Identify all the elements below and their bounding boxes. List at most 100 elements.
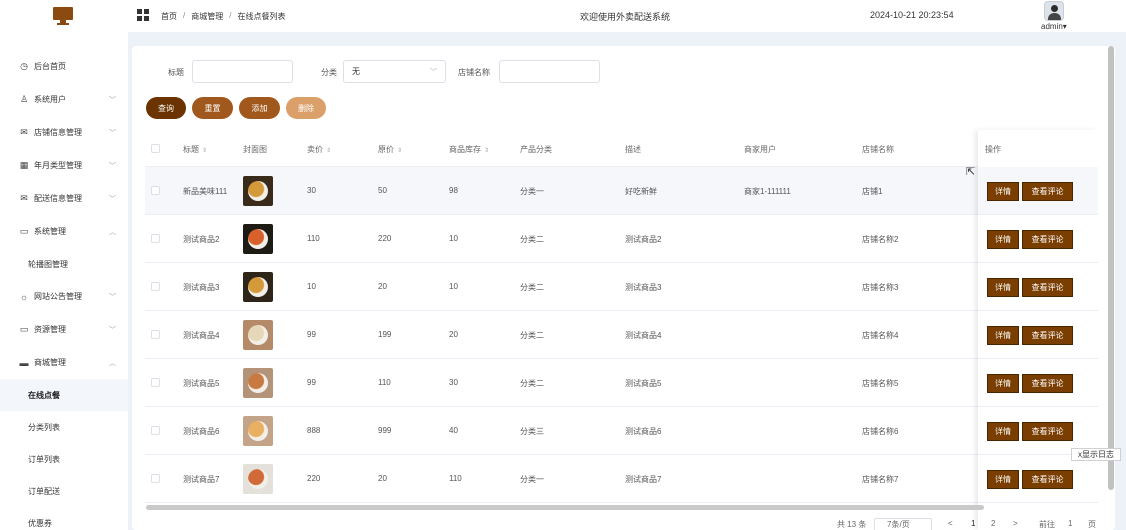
cell-category: 分类二 [520,283,544,292]
cell-original-price: 220 [378,234,392,243]
category-select[interactable]: 无 ﹀ [343,60,446,83]
reset-button[interactable]: 重置 [192,97,233,119]
table-row[interactable]: 测试商品6 888 999 40 分类三 测试商品6 店铺名称6 [145,407,1097,455]
sidebar-subitem[interactable]: 优惠券 [0,507,128,530]
sidebar-item[interactable]: ▭ 系统管理 ︿ [0,215,128,248]
sidebar-subitem[interactable]: 轮播图管理 [0,248,128,280]
sidebar-subitem[interactable]: 分类列表 [0,411,128,443]
horizontal-scrollbar[interactable] [146,505,984,510]
sort-icon: ⇕ [326,148,332,154]
table-row[interactable]: 新品美味111 30 50 98 分类一 好吃新鲜 商家1-111111 店铺1 [145,167,1097,215]
cell-title: 测试商品6 [183,427,220,436]
header-sale-price[interactable]: 卖价 ⇕ [307,144,331,155]
sidebar-item-label: 系统管理 [34,227,66,236]
cell-stock: 10 [449,282,458,291]
table-row[interactable]: 测试商品7 220 20 110 分类一 测试商品7 店铺名称7 [145,455,1097,503]
header-original-price[interactable]: 原价 ⇕ [378,144,402,155]
cell-store-name: 店铺名称4 [862,331,899,340]
row-checkbox[interactable] [151,282,160,291]
cell-original-price: 110 [378,378,391,387]
row-checkbox[interactable] [151,474,160,483]
view-reviews-button[interactable]: 查看评论 [1022,182,1073,201]
query-button[interactable]: 查询 [146,97,186,119]
cell-sale-price: 888 [307,426,321,435]
view-reviews-button[interactable]: 查看评论 [1022,326,1073,345]
view-reviews-button[interactable]: 查看评论 [1022,470,1073,489]
view-reviews-button[interactable]: 查看评论 [1022,374,1073,393]
header-title[interactable]: 标题 ⇕ [183,144,207,155]
breadcrumb-mall[interactable]: 商城管理 [191,11,223,22]
detail-button[interactable]: 详情 [987,422,1019,441]
table-header: 标题 ⇕ 封面图 卖价 ⇕ 原价 ⇕ 商品库存 ⇕ 产品分类 描述 商家用户 店铺名称 [145,130,1097,167]
detail-button[interactable]: 详情 [987,230,1019,249]
product-cover-image[interactable] [243,272,273,302]
sidebar-item[interactable]: ◷ 后台首页 [0,50,128,83]
sidebar-subitem[interactable]: 订单列表 [0,443,128,475]
header-description: 描述 [625,145,641,154]
view-reviews-button[interactable]: 查看评论 [1022,278,1073,297]
title-input[interactable] [192,60,293,83]
header-stock[interactable]: 商品库存 ⇕ [449,144,489,155]
row-checkbox[interactable] [151,426,160,435]
product-cover-image[interactable] [243,224,273,254]
table-row[interactable]: 测试商品5 99 110 30 分类二 测试商品5 店铺名称5 [145,359,1097,407]
product-cover-image[interactable] [243,416,273,446]
sidebar-item[interactable]: ▬ 商城管理 ︿ [0,346,128,379]
pagination-total: 共 13 条 [837,520,867,529]
header-operations: 操作 [985,145,1001,154]
view-reviews-button[interactable]: 查看评论 [1022,422,1073,441]
store-name-input[interactable] [499,60,600,83]
detail-button[interactable]: 详情 [987,470,1019,489]
breadcrumb-separator: / [183,11,186,20]
vertical-scrollbar[interactable] [1108,46,1114,490]
product-cover-image[interactable] [243,464,273,494]
cell-title: 测试商品7 [183,475,220,484]
breadcrumb-home[interactable]: 首页 [161,11,177,22]
detail-button[interactable]: 详情 [987,326,1019,345]
product-cover-image[interactable] [243,176,273,206]
product-cover-image[interactable] [243,368,273,398]
row-checkbox[interactable] [151,378,160,387]
username-dropdown[interactable]: admin▾ [1041,22,1067,31]
detail-button[interactable]: 详情 [987,278,1019,297]
cell-store-name: 店铺名称6 [862,427,899,436]
table-row[interactable]: 测试商品4 99 199 20 分类二 测试商品4 店铺名称4 [145,311,1097,359]
prev-page-button[interactable]: < [948,519,953,528]
product-cover-image[interactable] [243,320,273,350]
page-1-button[interactable]: 1 [971,519,975,528]
detail-button[interactable]: 详情 [987,182,1019,201]
folder-icon: ▭ [19,226,29,236]
sidebar-item[interactable]: ✉ 配送信息管理 ﹀ [0,182,128,215]
page-size-select[interactable]: 7条/页 [874,518,932,530]
chevron-down-icon: ﹀ [109,163,116,170]
chevron-down-icon: ﹀ [430,69,437,76]
grid-menu-icon[interactable] [137,9,149,21]
sidebar-item[interactable]: ▦ 年月类型管理 ﹀ [0,149,128,182]
row-checkbox[interactable] [151,330,160,339]
cell-stock: 110 [449,474,462,483]
avatar[interactable] [1044,1,1064,21]
sidebar: ◷ 后台首页 ♙ 系统用户 ﹀ ✉ 店铺信息管理 ﹀ ▦ 年月类型管理 ﹀ ✉ 配送信息管理 ﹀ ▭ 系统管理… [0,0,128,530]
show-log-button[interactable]: x显示日志 [1071,448,1121,461]
goto-page-input[interactable]: 1 [1068,519,1072,528]
sidebar-subitem[interactable]: 订单配送 [0,475,128,507]
row-checkbox[interactable] [151,186,160,195]
table-row[interactable]: 测试商品3 10 20 10 分类二 测试商品3 店铺名称3 [145,263,1097,311]
cell-category: 分类二 [520,331,544,340]
select-all-checkbox[interactable] [151,144,160,153]
detail-button[interactable]: 详情 [987,374,1019,393]
sidebar-item[interactable]: ✉ 店铺信息管理 ﹀ [0,116,128,149]
add-button[interactable]: 添加 [239,97,280,119]
next-page-button[interactable]: > [1013,519,1018,528]
delete-button[interactable]: 删除 [286,97,326,119]
table-row[interactable]: 测试商品2 110 220 10 分类二 测试商品2 店铺名称2 [145,215,1097,263]
sidebar-subitem[interactable]: 在线点餐 [0,379,128,411]
view-reviews-button[interactable]: 查看评论 [1022,230,1073,249]
row-checkbox[interactable] [151,234,160,243]
cell-title: 测试商品5 [183,379,220,388]
sidebar-item[interactable]: ☼ 网站公告管理 ﹀ [0,280,128,313]
sidebar-item[interactable]: ♙ 系统用户 ﹀ [0,83,128,116]
cell-description: 测试商品4 [625,331,662,340]
sidebar-item[interactable]: ▭ 资源管理 ﹀ [0,313,128,346]
page-2-button[interactable]: 2 [991,519,995,528]
